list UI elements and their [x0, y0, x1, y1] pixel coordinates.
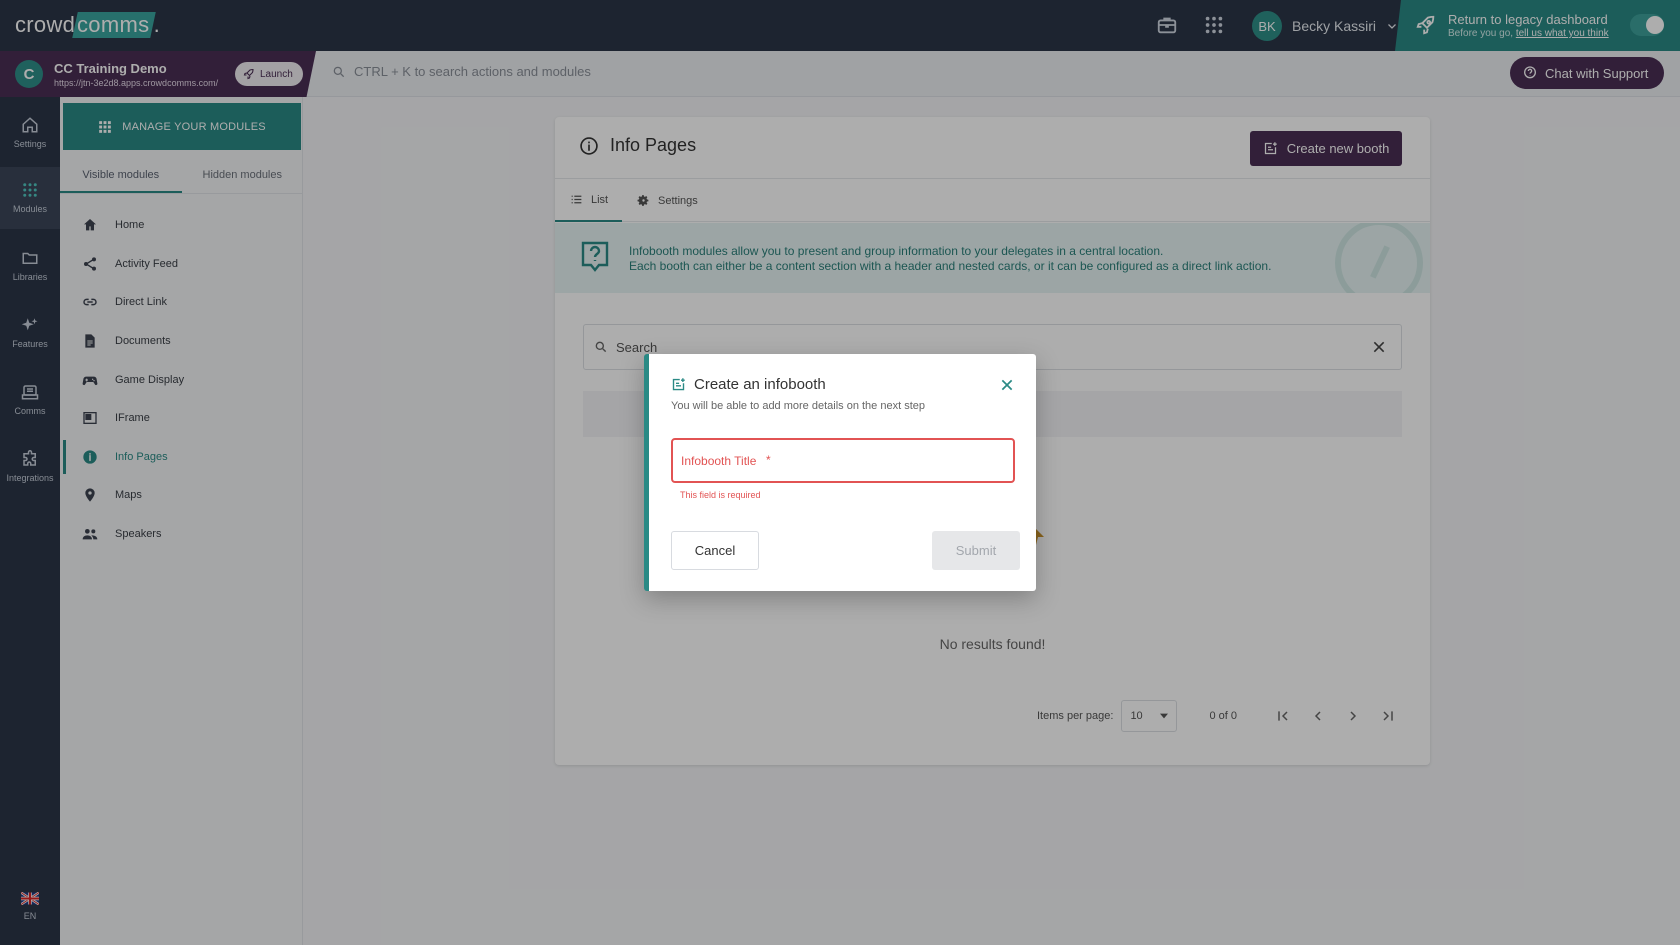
create-infobooth-dialog: Create an infobooth You will be able to … — [644, 354, 1036, 591]
dialog-subtitle: You will be able to add more details on … — [671, 400, 925, 412]
note-add-icon — [672, 378, 685, 391]
required-asterisk: * — [766, 453, 771, 467]
dialog-title: Create an infobooth — [671, 376, 826, 393]
cancel-button[interactable]: Cancel — [671, 531, 759, 570]
dialog-title-text: Create an infobooth — [694, 376, 826, 393]
submit-button[interactable]: Submit — [932, 531, 1020, 570]
close-icon[interactable] — [999, 377, 1015, 393]
infobooth-title-field[interactable]: * — [671, 438, 1015, 483]
field-error-message: This field is required — [680, 490, 761, 500]
infobooth-title-input[interactable] — [673, 440, 1013, 481]
